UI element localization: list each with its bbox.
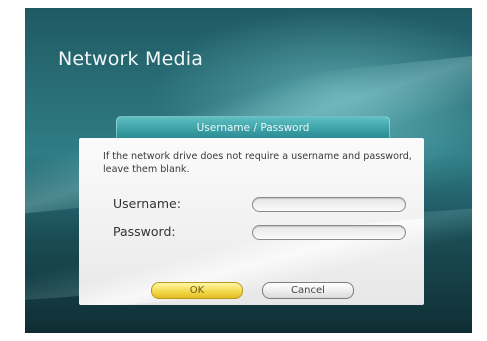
- password-field[interactable]: [252, 225, 406, 240]
- dialog-message: If the network drive does not require a …: [103, 151, 412, 175]
- username-field[interactable]: [252, 197, 406, 212]
- dialog-tab-username-password: Username / Password: [116, 116, 390, 139]
- app-title: Network Media: [58, 48, 204, 70]
- tv-screen: Network Media Username / Password If the…: [25, 8, 472, 333]
- password-label: Password:: [113, 224, 176, 239]
- cancel-button[interactable]: Cancel: [262, 282, 354, 299]
- ok-button[interactable]: OK: [151, 282, 243, 299]
- credentials-dialog: If the network drive does not require a …: [79, 138, 424, 305]
- username-label: Username:: [113, 196, 181, 211]
